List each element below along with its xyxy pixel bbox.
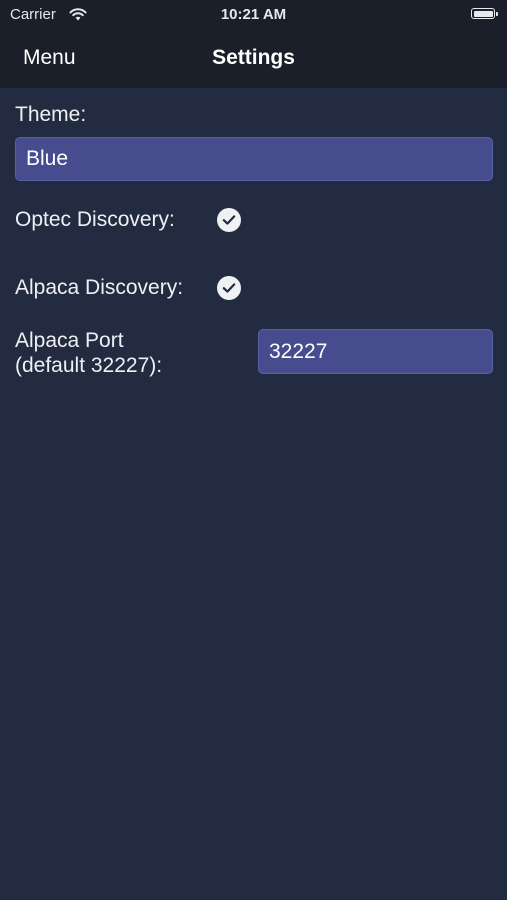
alpaca-port-input[interactable]: 32227 (258, 329, 493, 374)
theme-value: Blue (26, 147, 69, 170)
alpaca-port-label: Alpaca Port (default 32227): (15, 328, 162, 378)
alpaca-port-value: 32227 (269, 339, 328, 363)
theme-label: Theme: (15, 103, 87, 126)
alpaca-discovery-label: Alpaca Discovery: (15, 276, 184, 299)
checkmark-icon (222, 215, 236, 225)
navigation-bar: Carrier 10:21 AM Menu Settings (0, 0, 507, 88)
alpaca-discovery-checkbox[interactable] (217, 276, 241, 300)
status-bar: Carrier 10:21 AM (0, 0, 507, 30)
alpaca-port-label-line2: (default 32227): (15, 354, 163, 377)
optec-discovery-checkbox[interactable] (217, 208, 241, 232)
battery-icon (471, 8, 498, 19)
optec-discovery-label: Optec Discovery: (15, 208, 175, 231)
theme-field[interactable]: Blue (15, 137, 493, 181)
alpaca-port-label-line1: Alpaca Port (15, 329, 124, 352)
page-title: Settings (212, 46, 295, 69)
clock: 10:21 AM (220, 6, 287, 23)
checkmark-icon (222, 283, 236, 293)
